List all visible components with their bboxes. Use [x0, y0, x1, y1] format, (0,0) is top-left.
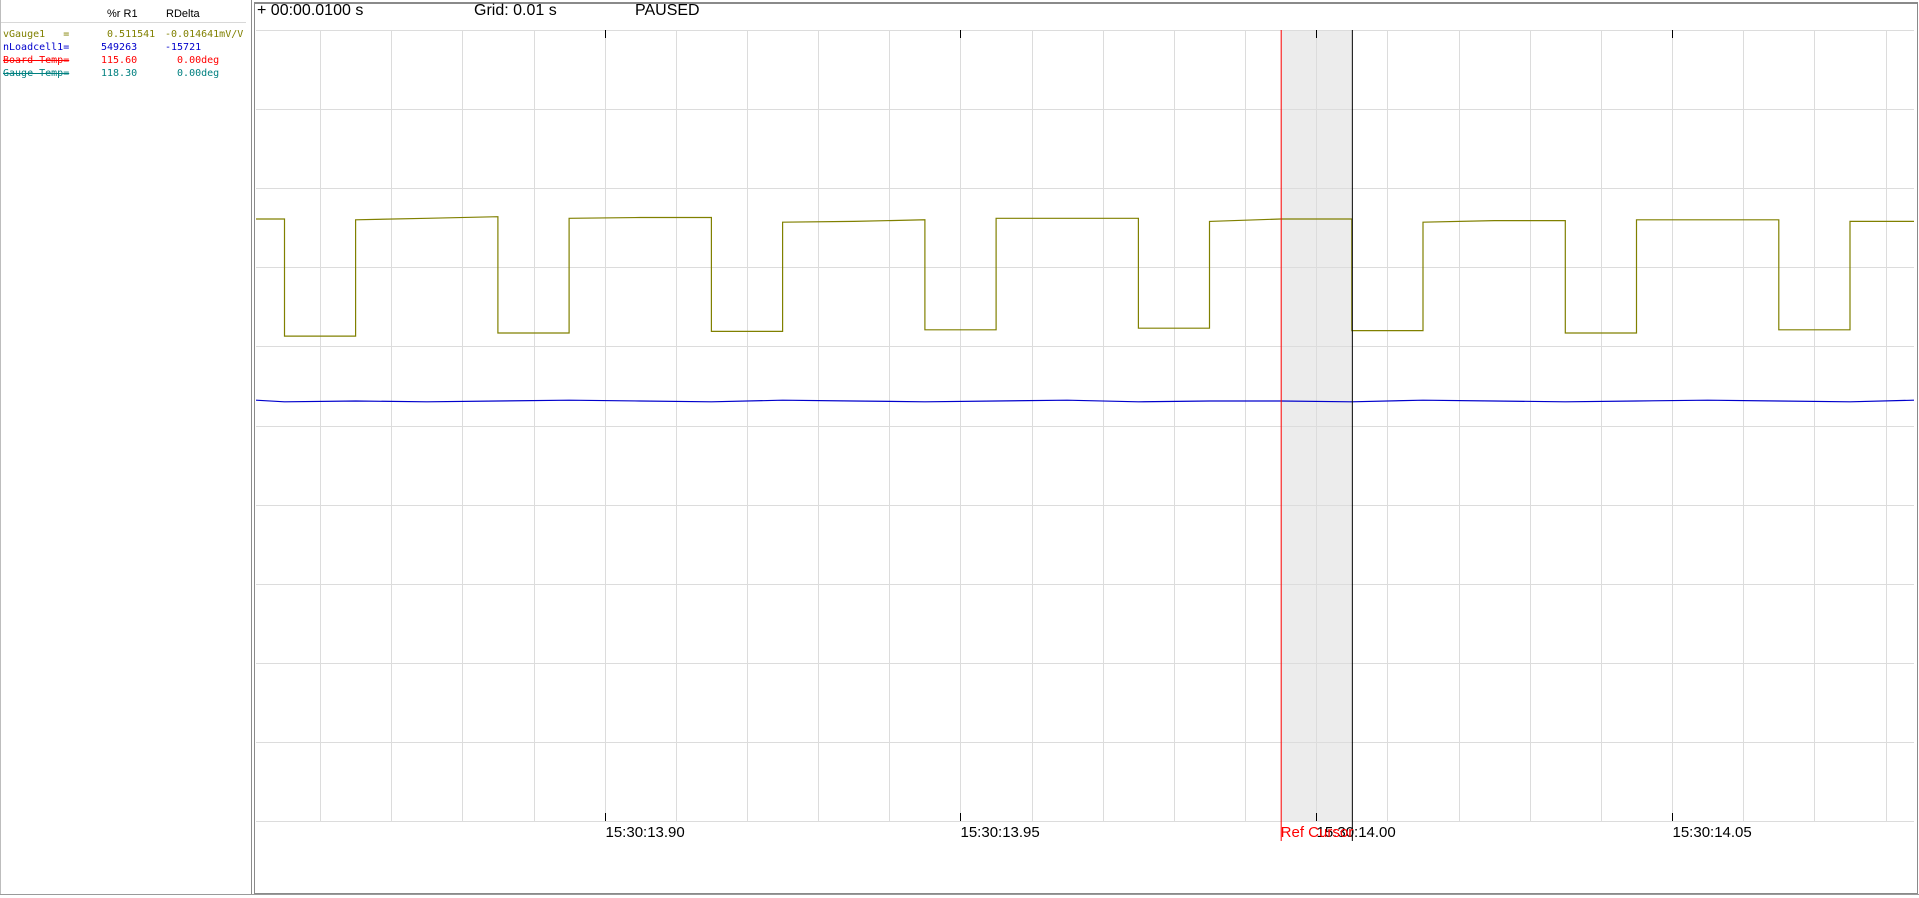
series-line — [255, 399, 1915, 403]
x-tick-label: 15:30:13.90 — [606, 824, 685, 841]
bottom-border — [0, 894, 1919, 895]
x-tick-label: 15:30:13.95 — [961, 824, 1040, 841]
x-tick-label: 15:30:14.05 — [1673, 824, 1752, 841]
ref-cursor-label: Ref Cursor — [1281, 824, 1354, 841]
strip-chart[interactable]: 15:30:13.90 15:30:13.95 15:30:14.00 15:30:1… — [0, 0, 1919, 898]
series-line — [256, 216, 1914, 337]
